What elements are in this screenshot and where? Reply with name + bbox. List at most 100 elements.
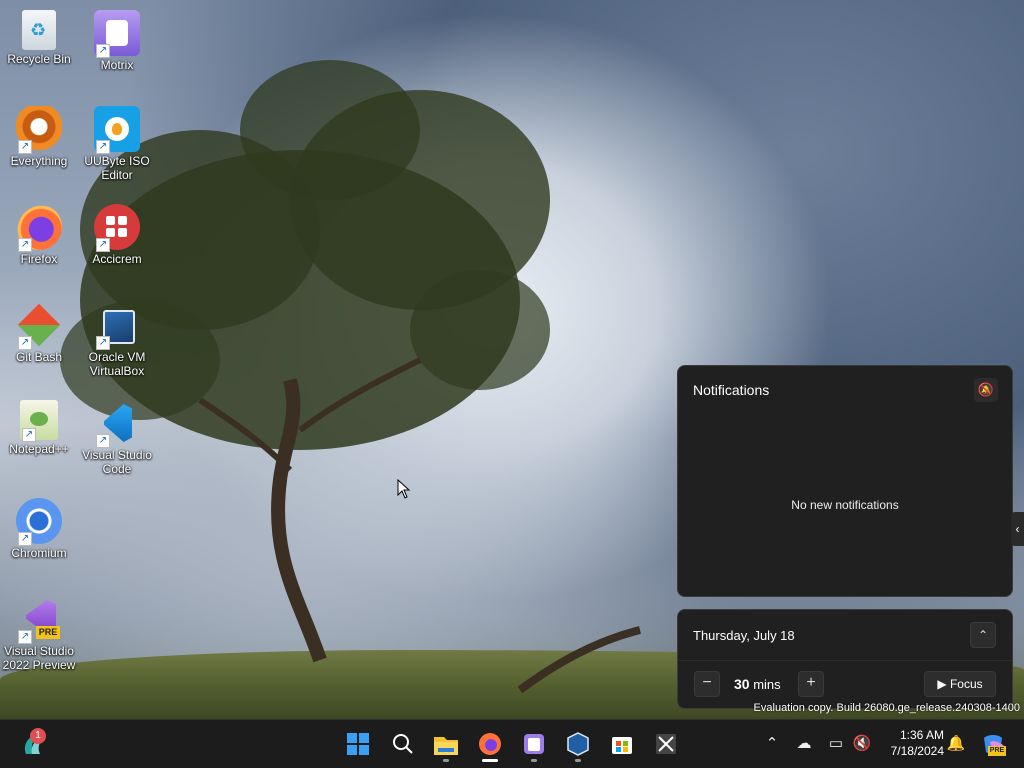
copilot-button[interactable]: PRE: [980, 732, 1008, 756]
chevron-left-icon: ‹: [1015, 522, 1020, 536]
desktop-icon-vscode[interactable]: ↗ Visual Studio Code: [80, 400, 154, 476]
clock-time: 1:36 AM: [899, 728, 944, 742]
desktop-icon-motrix[interactable]: ↗ Motrix: [80, 10, 154, 72]
desktop-icon-label: Firefox: [20, 252, 58, 266]
visual-studio-preview-icon: PRE ↗: [16, 596, 62, 644]
system-clock[interactable]: 1:36 AM 7/18/2024: [882, 727, 944, 759]
speaker-muted-icon: 🔇: [852, 735, 872, 752]
focus-decrease-button[interactable]: −: [694, 671, 720, 697]
onedrive-tray-button[interactable]: ☁: [792, 732, 816, 756]
shortcut-arrow-icon: ↗: [18, 532, 32, 546]
microsoft-store-button[interactable]: [604, 726, 640, 762]
firefox-taskbar-button[interactable]: [472, 726, 508, 762]
shortcut-arrow-icon: ↗: [22, 428, 36, 442]
no-notifications-text: No new notifications: [791, 498, 899, 512]
scissors-icon: [656, 734, 676, 754]
notification-bell-button[interactable]: 🔔: [944, 732, 968, 756]
notification-center: Notifications 🔕 No new notifications: [677, 365, 1013, 597]
desktop-icon-label: UUByte ISO Editor: [84, 154, 150, 182]
accicrem-icon: ↗: [94, 204, 140, 252]
calendar-date: Thursday, July 18: [693, 628, 795, 643]
chevron-up-icon: ⌃: [977, 628, 989, 642]
focus-duration: 30 mins: [734, 676, 781, 692]
motrix-taskbar-button[interactable]: [516, 726, 552, 762]
desktop-icon-firefox[interactable]: ↗ Firefox: [2, 204, 76, 266]
desktop-icon-label: Oracle VM VirtualBox: [88, 350, 146, 378]
desktop-icon-accicrem[interactable]: ↗ Accicrem: [80, 204, 154, 266]
search-button[interactable]: [385, 726, 421, 762]
shortcut-arrow-icon: ↗: [96, 336, 110, 350]
shortcut-arrow-icon: ↗: [96, 434, 110, 448]
shortcut-arrow-icon: ↗: [18, 336, 32, 350]
running-indicator: [575, 759, 581, 762]
motrix-icon: [524, 734, 544, 754]
shortcut-arrow-icon: ↗: [96, 238, 110, 252]
taskbar: ⌃ ☁ ▭ 🔇 1:36 AM 7/18/2024 🔔 PRE: [0, 719, 1024, 768]
notifications-title: Notifications: [693, 382, 770, 398]
chevron-up-icon: ⌃: [765, 735, 779, 752]
bell-icon: 🔔: [946, 735, 966, 752]
desktop-icon-label: Visual Studio 2022 Preview: [2, 644, 76, 672]
running-indicator: [443, 759, 449, 762]
desktop-icon-vs-preview[interactable]: PRE ↗ Visual Studio 2022 Preview: [2, 596, 76, 672]
play-icon: ▶: [937, 677, 947, 691]
virtualbox-icon: ↗: [94, 302, 140, 350]
shortcut-arrow-icon: ↗: [18, 140, 32, 154]
uubyte-iso-editor-icon: ↗: [94, 106, 140, 154]
widgets-notification-badge: 1: [30, 728, 46, 744]
focus-increase-button[interactable]: +: [798, 671, 824, 697]
vscode-icon: ↗: [94, 400, 140, 448]
virtualbox-taskbar-button[interactable]: [560, 726, 596, 762]
side-collapse-tab[interactable]: ‹: [1011, 512, 1024, 546]
plus-icon: +: [806, 674, 816, 691]
network-icon: ▭: [828, 735, 844, 752]
focus-minutes-unit: mins: [753, 677, 781, 692]
shortcut-arrow-icon: ↗: [96, 140, 110, 154]
notepad-plus-plus-icon: ↗: [20, 400, 58, 442]
minus-icon: −: [702, 674, 712, 691]
desktop-icon-chromium[interactable]: ↗ Chromium: [2, 498, 76, 560]
firefox-icon: ↗: [16, 204, 62, 252]
snipping-tool-button[interactable]: [648, 726, 684, 762]
git-bash-icon: ↗: [16, 302, 62, 350]
motrix-icon: ↗: [94, 10, 140, 58]
desktop-icon-label: Accicrem: [92, 252, 142, 266]
cloud-offline-icon: ☁: [796, 735, 812, 752]
file-explorer-button[interactable]: [428, 726, 464, 762]
evaluation-watermark: Evaluation copy. Build 26080.ge_release.…: [753, 702, 1020, 714]
windows-logo-icon: [347, 733, 369, 755]
do-not-disturb-button[interactable]: 🔕: [974, 378, 998, 402]
network-tray-button[interactable]: ▭: [824, 732, 848, 756]
desktop-icon-recycle-bin[interactable]: ♻ Recycle Bin: [2, 10, 76, 66]
desktop-icon-label: Chromium: [11, 546, 67, 560]
desktop-icon-label: Visual Studio Code: [82, 448, 152, 476]
mouse-cursor-icon: [397, 479, 411, 499]
desktop-icon-virtualbox[interactable]: ↗ Oracle VM VirtualBox: [80, 302, 154, 378]
show-hidden-icons-button[interactable]: ⌃: [760, 732, 784, 756]
bell-snooze-icon: 🔕: [977, 382, 995, 397]
virtualbox-icon: [567, 732, 589, 756]
desktop-icon-notepadpp[interactable]: ↗ Notepad++: [2, 400, 76, 456]
start-button[interactable]: [340, 726, 376, 762]
desktop-icon-label: Git Bash: [15, 350, 63, 364]
calendar-collapse-button[interactable]: ⌃: [970, 622, 996, 648]
folder-icon: [434, 737, 458, 755]
firefox-icon: [479, 733, 501, 755]
shortcut-arrow-icon: ↗: [18, 630, 32, 644]
running-indicator: [482, 759, 498, 762]
desktop-icon-label: Motrix: [100, 58, 134, 72]
chromium-icon: ↗: [16, 498, 62, 546]
running-indicator: [531, 759, 537, 762]
shortcut-arrow-icon: ↗: [18, 238, 32, 252]
volume-tray-button[interactable]: 🔇: [850, 732, 874, 756]
recycle-bin-icon: ♻: [22, 10, 56, 50]
copilot-badge: PRE: [988, 746, 1006, 756]
everything-icon: ↗: [16, 106, 62, 154]
desktop-icon-everything[interactable]: ↗ Everything: [2, 106, 76, 168]
focus-start-button[interactable]: ▶ Focus: [924, 671, 996, 697]
focus-minutes-value: 30: [734, 676, 750, 692]
desktop-icon-uubyte[interactable]: ↗ UUByte ISO Editor: [80, 106, 154, 182]
desktop-icon-git-bash[interactable]: ↗ Git Bash: [2, 302, 76, 364]
divider: [678, 660, 1012, 661]
desktop-icon-label: Everything: [10, 154, 68, 168]
